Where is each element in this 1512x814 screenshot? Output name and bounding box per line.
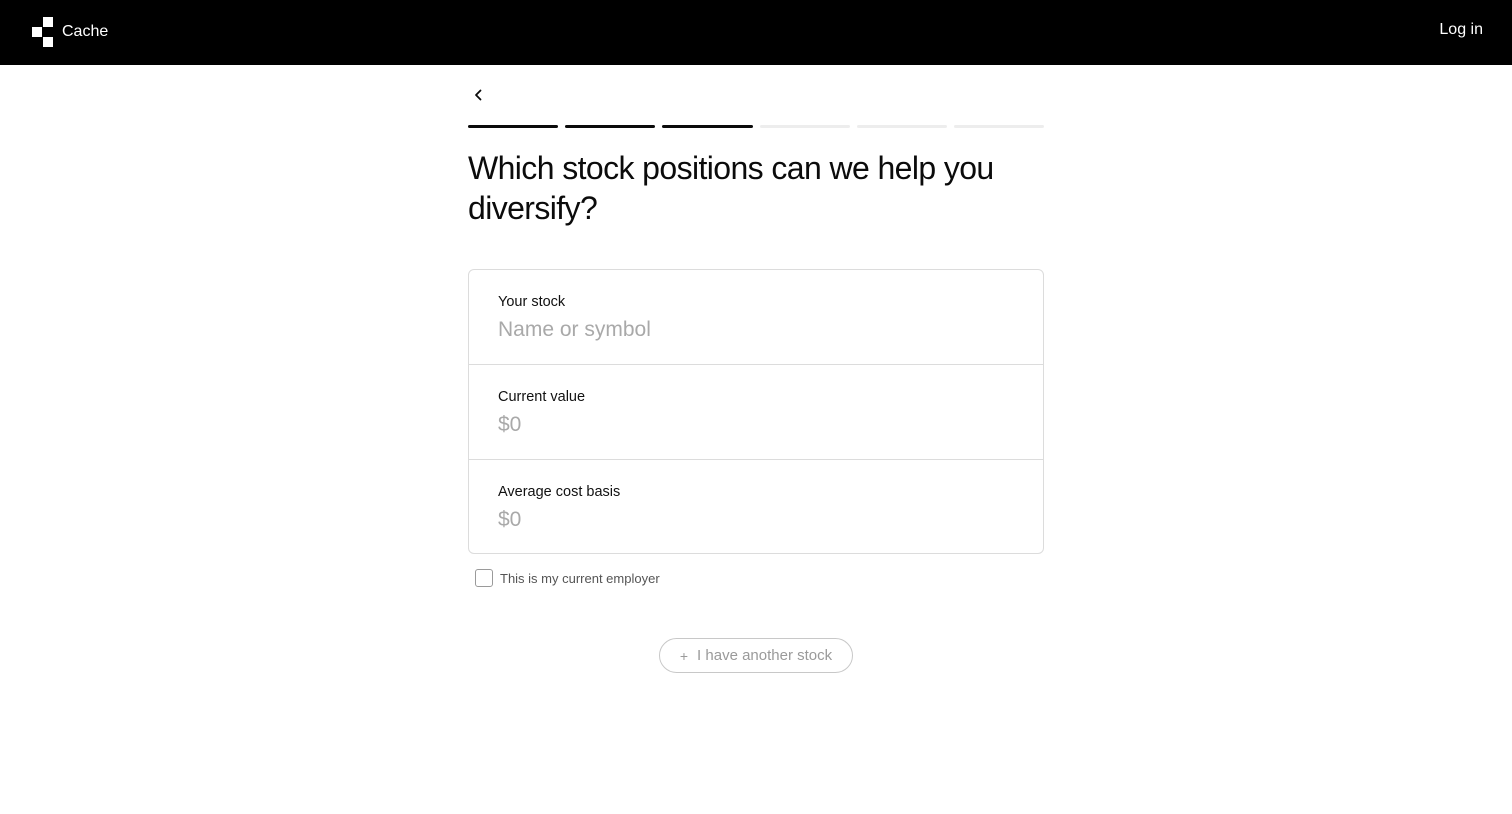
step-progress-bar [468, 125, 1045, 129]
add-another-stock-label: I have another stock [697, 647, 833, 664]
current-value-label: Current value [498, 389, 586, 405]
chevron-left-icon [475, 89, 482, 101]
brand-logo-link[interactable]: Cache [32, 16, 108, 48]
page-title: Which stock positions can we help you di… [468, 150, 994, 226]
current-employer-checkbox[interactable] [475, 569, 493, 587]
add-another-stock-button[interactable]: + I have another stock [659, 638, 853, 673]
brand-name: Cache [62, 23, 109, 40]
current-employer-option[interactable]: This is my current employer [475, 569, 660, 587]
cost-basis-input[interactable] [498, 508, 1014, 532]
progress-step-6 [953, 125, 1045, 128]
progress-step-4 [759, 125, 850, 128]
plus-icon: + [679, 647, 689, 664]
stock-search-input[interactable] [498, 318, 1014, 342]
your-stock-field: Your stock [469, 270, 1043, 365]
cost-basis-label: Average cost basis [498, 484, 621, 500]
current-value-input[interactable] [498, 413, 1014, 437]
current-employer-label: This is my current employer [500, 570, 660, 586]
back-button[interactable] [468, 84, 490, 106]
current-value-field: Current value [469, 365, 1043, 460]
cache-logo-icon [32, 17, 53, 47]
progress-step-2 [565, 125, 656, 128]
login-link[interactable]: Log in [1439, 21, 1483, 39]
your-stock-label: Your stock [498, 294, 566, 310]
progress-step-3 [662, 125, 753, 128]
progress-step-1 [468, 125, 559, 128]
progress-step-5 [856, 125, 947, 128]
cost-basis-field: Average cost basis [469, 460, 1043, 553]
stock-position-form: Your stock Current value Average cost ba… [468, 269, 1044, 554]
top-navigation-bar: Cache Log in [0, 0, 1512, 65]
